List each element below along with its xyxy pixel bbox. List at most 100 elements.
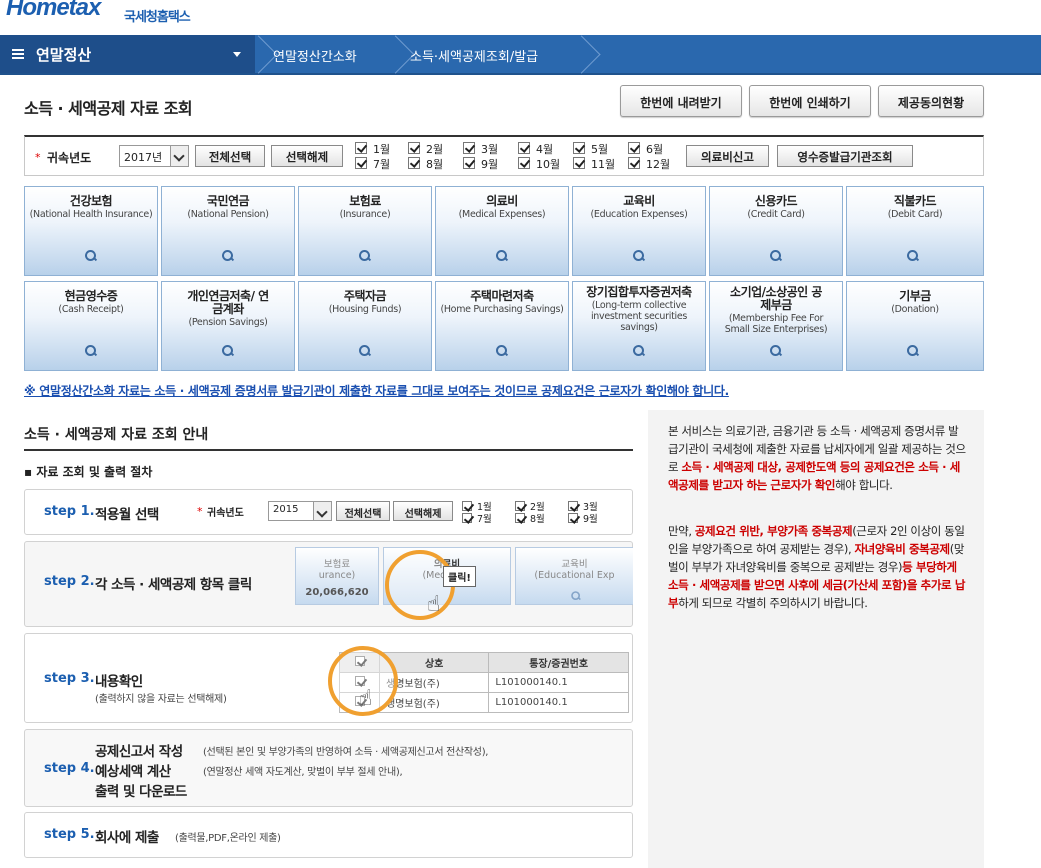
tile-label: 교육비 [623,194,655,208]
tile-insurance[interactable]: 보험료 (Insurance) [298,186,432,276]
step-4-label: step 4. [44,761,95,776]
hometax-logo[interactable]: Hometax 국세청홈택스 [0,0,260,34]
month-3-checkbox[interactable] [463,142,475,154]
pointer-hand-icon: ☝ [359,686,373,711]
logo-subtitle: 국세청홈택스 [124,10,191,25]
breadcrumb-item-1[interactable]: 연말정산간소화 [273,35,357,73]
year-label: 귀속년도 [47,151,92,165]
month-12-checkbox[interactable] [628,157,640,169]
step-1-month: 9월 [583,514,598,525]
tile-national-pension[interactable]: 국민연금 (National Pension) [161,186,295,276]
info-highlight: 공제요건 위반, 부양가족 중복공제 [694,524,853,538]
month-12-label: 12월 [646,158,671,171]
tile-long-term-investment[interactable]: 장기집합투자증권저축 (Long-term collective investm… [572,281,706,371]
consent-status-button[interactable]: 제공동의현황 [878,85,984,117]
print-all-button[interactable]: 한번에 인쇄하기 [749,85,871,117]
step-3-subtext: (출력하지 않을 자료는 선택해제) [95,694,227,705]
tile-credit-card[interactable]: 신용카드 (Credit Card) [709,186,843,276]
info-paragraph-2: 만약, 공제요건 위반, 부양가족 중복공제(근로자 2인 이상이 동일인을 부… [668,522,968,612]
tile-label: 국민연금 [206,194,250,208]
tile-education-expenses[interactable]: 교육비 (Education Expenses) [572,186,706,276]
logo-mark: Hometax [6,0,101,21]
search-icon [633,345,645,357]
step-4-line-1: 공제신고서 작성 [95,744,183,760]
info-side-panel: 본 서비스는 의료기관, 금융기관 등 소득 · 세액공제 증명서류 발급기관이… [648,410,984,868]
step-1-checkbox [515,501,525,511]
tile-debit-card[interactable]: 직불카드 (Debit Card) [846,186,984,276]
tile-donation[interactable]: 기부금 (Donation) [846,281,984,371]
tile-label-en: (Membership Fee For Small Size Enterpris… [724,313,828,335]
tile-health-insurance[interactable]: 건강보험 (National Health Insurance) [24,186,158,276]
search-icon [770,345,782,357]
breadcrumb-chevron-icon [392,35,406,73]
tile-label: 현금영수증 [64,289,118,303]
tile-label: 보험료 [349,194,381,208]
tile-medical-expenses[interactable]: 의료비 (Medical Expenses) [435,186,569,276]
step-4-line-2-sub: (연말정산 세액 자도계산, 맞벌이 부부 절세 안내), [203,767,403,778]
tile-home-purchasing-savings[interactable]: 주택마련저축 (Home Purchasing Savings) [435,281,569,371]
receipt-org-lookup-button[interactable]: 영수증발급기관조회 [777,145,913,167]
step-2-box: step 2. 각 소득 · 세액공제 항목 클릭 보험료 urance) 20… [24,541,633,627]
year-select[interactable]: 2017년 [119,145,189,167]
tile-small-enterprise-fund[interactable]: 소기업/소상공인 공제부금 (Membership Fee For Small … [709,281,843,371]
step-4-line-1-sub: (선택된 본인 및 부양가족의 반영하여 소득 · 세액공제신고서 전산작성), [203,747,489,758]
info-highlight: 자녀양육비 중복공제 [854,542,951,556]
info-text: 하게 되므로 각별히 주의하시기 바랍니다. [678,596,868,610]
step-2-tile-education: 교육비 (Educational Exp [515,547,633,605]
month-1-checkbox[interactable] [355,142,367,154]
month-6-checkbox[interactable] [628,142,640,154]
month-10-checkbox[interactable] [518,157,530,169]
tile-label-en: (Housing Funds) [328,304,402,315]
tile-label-en: (Insurance) [339,209,391,220]
month-7-checkbox[interactable] [355,157,367,169]
month-11-label: 11월 [591,158,616,171]
step-2-tile-label: 교육비 [561,559,588,570]
step-4-box: step 4. 공제신고서 작성 (선택된 본인 및 부양가족의 반영하여 소득… [24,729,633,807]
select-all-button[interactable]: 전체선택 [195,145,265,167]
hamburger-icon [12,49,24,59]
pointer-hand-icon: ☝ [427,592,441,617]
search-icon [907,345,919,357]
step-1-text: 적용월 선택 [95,507,159,523]
month-8-checkbox[interactable] [408,157,420,169]
step-1-checkbox [568,513,578,523]
step-1-checkbox [515,513,525,523]
notice-link[interactable]: ※ 연말정산간소화 자료는 소득 · 세액공제 증명서류 발급기관이 제출한 자… [24,382,729,399]
step-5-box: step 5. 회사에 제출 (출력물,PDF,온라인 제출) [24,812,633,858]
month-5-checkbox[interactable] [573,142,585,154]
month-4-checkbox[interactable] [518,142,530,154]
month-10-label: 10월 [536,158,561,171]
medical-report-button[interactable]: 의료비신고 [686,145,769,167]
month-9-checkbox[interactable] [463,157,475,169]
step-3-box: step 3. 내용확인 (출력하지 않을 자료는 선택해제) 상호 통장/증권… [24,633,633,723]
main-menu-label: 연말정산 [36,46,92,64]
info-text: 만약, [668,524,695,538]
month-8-label: 8월 [426,158,444,171]
table-cell: 생명보험(주) [378,692,490,713]
step-1-year-select: 2015 [268,501,332,521]
search-icon [496,345,508,357]
search-icon [359,345,371,357]
month-2-checkbox[interactable] [408,142,420,154]
deselect-all-button[interactable]: 선택해제 [271,145,343,167]
tile-label-en: (Debit Card) [887,209,943,220]
step-5-text: 회사에 제출 [95,830,159,846]
tile-label-en: (Credit Card) [747,209,805,220]
step-3-text: 내용확인 [95,674,143,690]
step-1-checkbox [568,501,578,511]
breadcrumb-item-2[interactable]: 소득·세액공제조회/발급 [410,35,538,73]
info-text: 해야 합니다. [835,478,893,492]
tile-pension-savings[interactable]: 개인연금저축/ 연금계좌 (Pension Savings) [161,281,295,371]
tile-housing-funds[interactable]: 주택자금 (Housing Funds) [298,281,432,371]
step-2-tile-label: 보험료 [323,559,351,570]
step-1-select-all: 전체선택 [336,501,390,521]
step-5-subtext: (출력물,PDF,온라인 제출) [175,833,281,844]
step-1-box: step 1. 적용월 선택 * 귀속년도 2015 전체선택 선택해제 1월 … [24,489,633,535]
tile-label-en: (Donation) [891,304,939,315]
tile-label: 소기업/소상공인 공제부금 [730,285,822,312]
month-11-checkbox[interactable] [573,157,585,169]
tile-cash-receipt[interactable]: 현금영수증 (Cash Receipt) [24,281,158,371]
main-menu-dropdown[interactable]: 연말정산 [0,35,255,73]
tile-label: 주택자금 [343,289,387,303]
download-all-button[interactable]: 한번에 내려받기 [620,85,742,117]
